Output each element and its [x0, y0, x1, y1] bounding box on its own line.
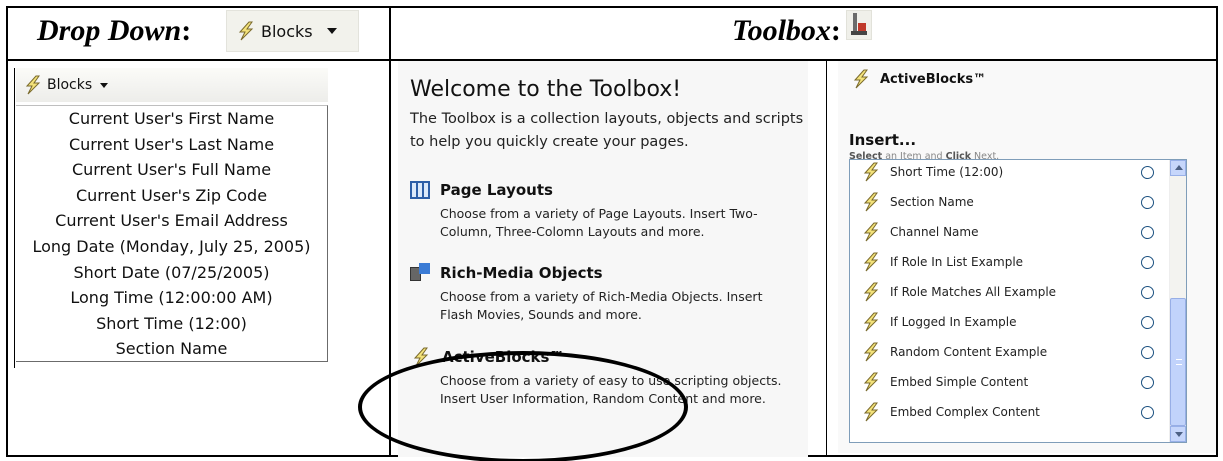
list-item[interactable]: If Role Matches All Example [850, 277, 1168, 307]
page-layouts-section[interactable]: Page Layouts Choose from a variety of Pa… [410, 179, 800, 241]
radio-button[interactable] [1141, 225, 1154, 239]
toolbox-button[interactable] [846, 10, 872, 40]
dropdown-item[interactable]: Current User's Zip Code [16, 183, 327, 209]
list-item[interactable]: If Role In List Example [850, 247, 1168, 277]
radio-button[interactable] [1141, 165, 1154, 179]
list-item[interactable]: Channel Name [850, 217, 1168, 247]
rich-media-section[interactable]: Rich-Media Objects Choose from a variety… [410, 262, 800, 324]
active-blocks-list: Short Time (12:00) Section Name Channel … [849, 159, 1187, 443]
lightning-icon [863, 282, 879, 302]
dropdown-item[interactable]: Current User's Full Name [16, 157, 327, 183]
list-item[interactable]: Section Name [850, 187, 1168, 217]
page-layout-icon [410, 181, 430, 199]
list-item[interactable]: Embed Simple Content [850, 367, 1168, 397]
list-item-label: If Role Matches All Example [890, 285, 1057, 299]
dropdown-item[interactable]: Current User's Email Address [16, 208, 327, 234]
chevron-down-icon [326, 28, 337, 34]
welcome-intro: The Toolbox is a collection layouts, obj… [410, 111, 804, 150]
highlight-circle [358, 351, 688, 461]
lightning-icon [863, 372, 879, 392]
blocks-dropdown-bar[interactable]: Blocks [16, 68, 328, 102]
radio-button[interactable] [1141, 375, 1154, 389]
drop-down-heading: Drop Down: [37, 14, 192, 47]
lightning-icon [863, 402, 879, 422]
grip-icon [1176, 359, 1182, 365]
middle-separator-rule [826, 61, 827, 457]
dropdown-item[interactable]: Current User's First Name [16, 106, 327, 132]
list-item[interactable]: Random Content Example [850, 337, 1168, 367]
list-item-label: Random Content Example [890, 345, 1048, 359]
radio-button[interactable] [1141, 315, 1154, 329]
blocks-dropdown-bar-label: Blocks [47, 77, 93, 93]
welcome-title: Welcome to the Toolbox! [410, 77, 682, 102]
blocks-dropdown-label: Blocks [261, 21, 313, 41]
list-item[interactable]: Embed Complex Content [850, 397, 1168, 427]
lightning-icon [863, 162, 879, 182]
list-item-label: Embed Complex Content [890, 405, 1040, 419]
toolbox-heading: Toolbox: [732, 14, 841, 47]
left-margin-rule [14, 68, 15, 368]
list-item-label: Section Name [890, 195, 974, 209]
lightning-icon [863, 342, 879, 362]
lightning-icon [863, 252, 879, 272]
dropdown-item[interactable]: Short Date (07/25/2005) [16, 260, 327, 286]
active-blocks-header: ActiveBlocks™ [850, 69, 986, 89]
scroll-up-button[interactable] [1170, 160, 1186, 176]
list-item-label: If Logged In Example [890, 315, 1017, 329]
radio-button[interactable] [1141, 405, 1154, 419]
section-title[interactable]: Rich-Media Objects [440, 264, 603, 282]
dropdown-item[interactable]: Long Date (Monday, July 25, 2005) [16, 234, 327, 260]
lightning-icon [863, 222, 879, 242]
dropdown-item[interactable]: Current User's Last Name [16, 132, 327, 158]
section-description: Choose from a variety of Page Layouts. I… [440, 206, 758, 239]
radio-button[interactable] [1141, 345, 1154, 359]
lightning-icon [25, 75, 41, 95]
rich-media-icon [410, 263, 430, 283]
vertical-scrollbar[interactable] [1169, 160, 1186, 442]
radio-button[interactable] [1141, 285, 1154, 299]
active-blocks-title: ActiveBlocks™ [880, 71, 987, 87]
list-item[interactable]: Short Time (12:00) [850, 160, 1168, 187]
section-title[interactable]: Page Layouts [440, 181, 553, 199]
toolbox-icon [851, 13, 867, 35]
blocks-dropdown-panel: Blocks Current User's First Name Current… [16, 68, 328, 362]
list-item[interactable]: If Logged In Example [850, 307, 1168, 337]
dropdown-item[interactable]: Section Name [16, 336, 327, 362]
lightning-icon [238, 21, 254, 41]
scroll-down-button[interactable] [1170, 426, 1186, 442]
scrollbar-thumb[interactable] [1170, 298, 1186, 426]
list-item-label: If Role In List Example [890, 255, 1024, 269]
active-blocks-panel: ActiveBlocks™ Insert... Select an Item a… [838, 61, 1216, 453]
section-description: Choose from a variety of Rich-Media Obje… [440, 289, 763, 322]
list-item-label: Channel Name [890, 225, 979, 239]
lightning-icon [853, 69, 869, 89]
insert-label: Insert... [849, 131, 917, 149]
radio-button[interactable] [1141, 195, 1154, 209]
lightning-icon [863, 312, 879, 332]
lightning-icon [863, 192, 879, 212]
list-item-label: Short Time (12:00) [890, 165, 1004, 179]
dropdown-item[interactable]: Short Time (12:00) [16, 311, 327, 337]
chevron-down-icon [100, 82, 109, 88]
list-item-label: Embed Simple Content [890, 375, 1029, 389]
dropdown-item[interactable]: Long Time (12:00:00 AM) [16, 285, 327, 311]
dropdown-list: Current User's First Name Current User's… [16, 105, 328, 362]
blocks-dropdown-button[interactable]: Blocks [226, 10, 359, 52]
radio-button[interactable] [1141, 255, 1154, 269]
